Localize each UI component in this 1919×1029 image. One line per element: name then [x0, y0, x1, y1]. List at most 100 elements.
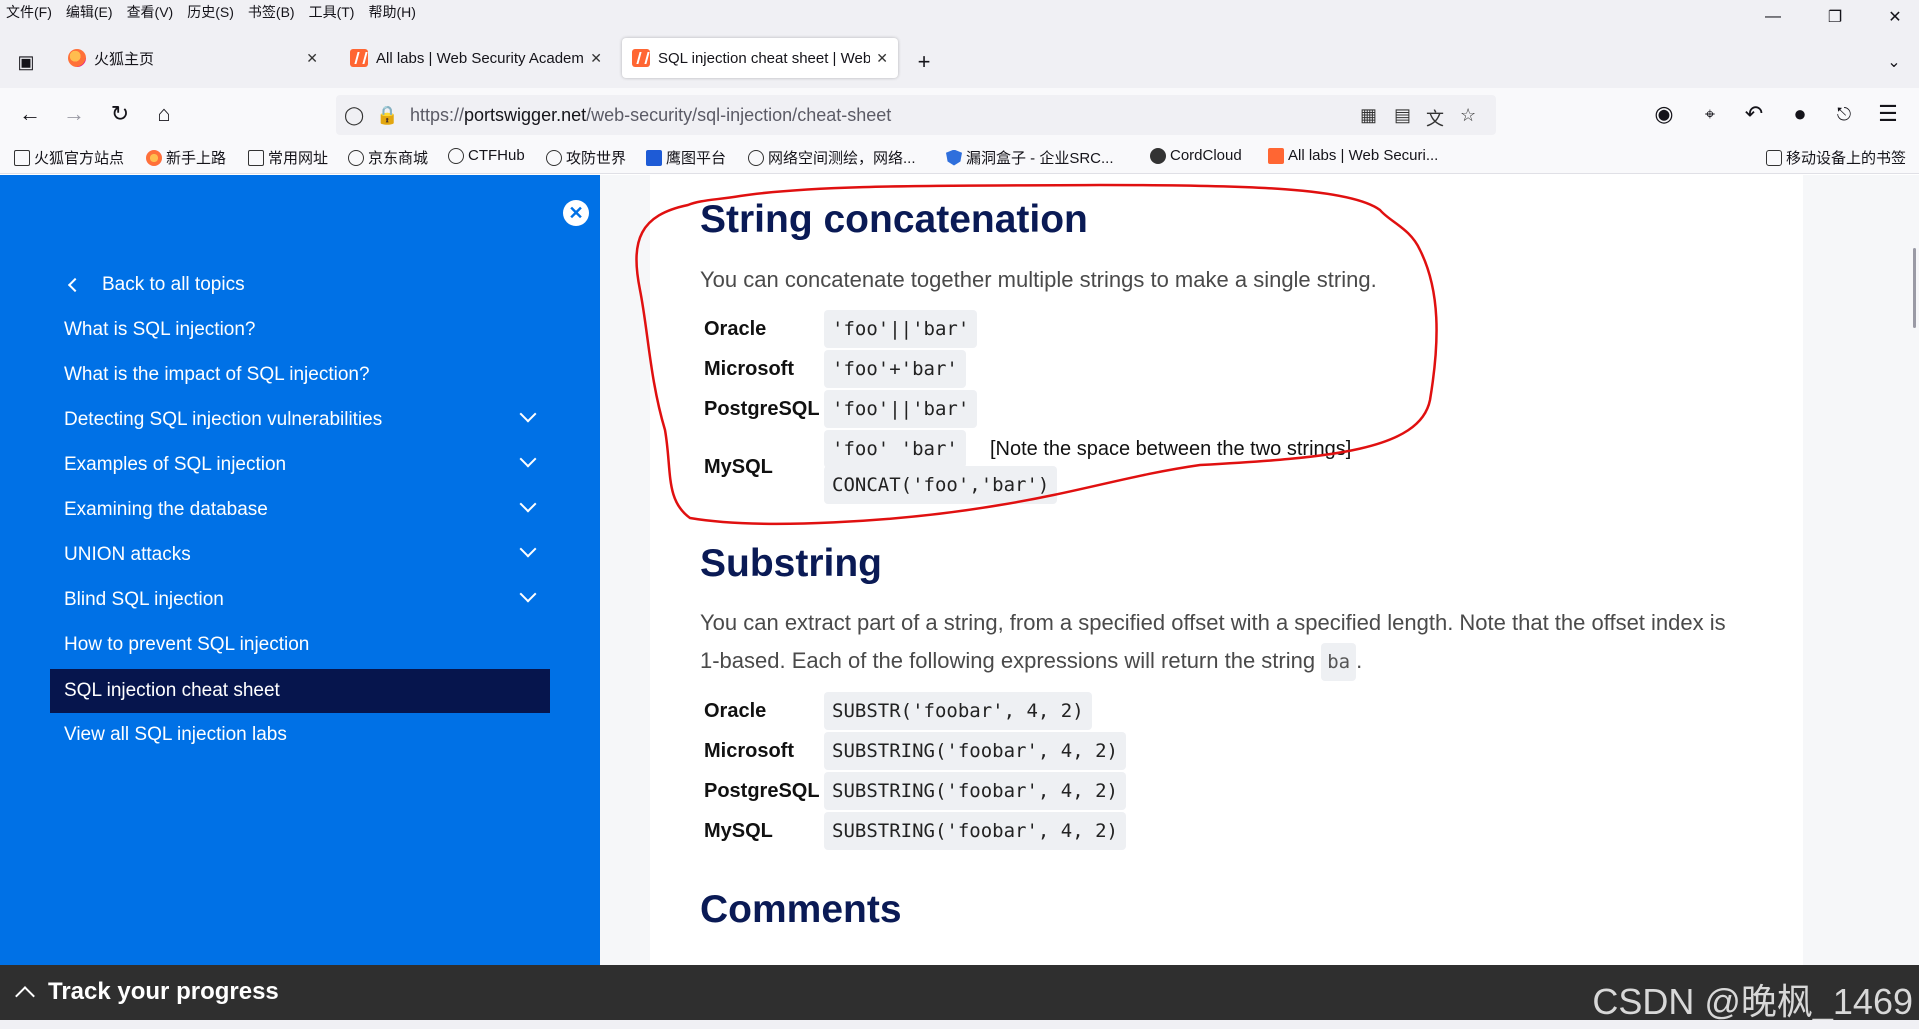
folder-icon	[14, 149, 30, 166]
account-icon[interactable]: ◉	[1650, 100, 1678, 128]
close-tab-icon[interactable]: ✕	[306, 50, 318, 67]
sidebar-back-to-topics[interactable]: Back to all topics	[64, 265, 548, 305]
db-label-mysql: MySQL	[704, 456, 773, 478]
mobile-device-icon	[1766, 149, 1782, 166]
track-progress-label: Track your progress	[48, 978, 279, 1005]
inline-code-ba: ba	[1321, 643, 1357, 681]
chevron-down-icon[interactable]	[519, 540, 537, 558]
portswigger-icon	[350, 49, 368, 67]
bookmark-item[interactable]: 漏洞盒子 - 企业SRC...	[946, 147, 1114, 168]
tab-all-labs[interactable]: All labs | Web Security Academy ✕	[340, 38, 612, 78]
menu-view[interactable]: 查看(V)	[127, 2, 174, 22]
close-tab-icon[interactable]: ✕	[876, 50, 888, 67]
bookmark-item[interactable]: 新手上路	[146, 147, 226, 168]
tab-overview-icon[interactable]: ▣	[12, 48, 40, 76]
comments-heading: Comments	[700, 888, 902, 931]
chevron-down-icon[interactable]	[519, 585, 537, 603]
menu-history[interactable]: 历史(S)	[187, 2, 234, 22]
reader-view-icon[interactable]: ▤	[1394, 105, 1411, 126]
sidebar-item-union[interactable]: UNION attacks	[64, 535, 548, 575]
close-tab-icon[interactable]: ✕	[590, 50, 602, 67]
ctfhub-icon	[448, 147, 464, 164]
bookmark-item[interactable]: 网络空间测绘，网络...	[748, 147, 916, 168]
bookmark-item[interactable]: 火狐官方站点	[14, 147, 124, 168]
bookmark-item[interactable]: All labs | Web Securi...	[1268, 147, 1438, 164]
folder-icon	[248, 149, 264, 166]
sidebar-item-impact[interactable]: What is the impact of SQL injection?	[64, 355, 548, 395]
translate-icon[interactable]: 文	[1426, 105, 1444, 131]
bookmark-item[interactable]: 攻防世界	[546, 147, 626, 168]
new-tab-icon[interactable]: +	[910, 48, 938, 76]
portswigger-icon	[1268, 147, 1284, 164]
chevron-up-icon[interactable]	[15, 986, 35, 1006]
sidebar-item-examples[interactable]: Examples of SQL injection	[64, 445, 548, 485]
chevron-down-icon[interactable]	[519, 405, 537, 423]
sidebar-item-label: Back to all topics	[102, 274, 245, 295]
reload-icon[interactable]: ↻	[106, 100, 134, 128]
bookmark-item[interactable]: CordCloud	[1150, 147, 1242, 164]
hamburger-menu-icon[interactable]: ☰	[1874, 100, 1902, 128]
sidebar-item-prevent[interactable]: How to prevent SQL injection	[64, 625, 548, 665]
qr-code-icon[interactable]: ▦	[1360, 105, 1377, 126]
bookmark-item-mobile[interactable]: 移动设备上的书签	[1766, 147, 1906, 168]
sidebar-item-label: SQL injection cheat sheet	[64, 680, 280, 701]
menubar: 文件(F) 编辑(E) 查看(V) 历史(S) 书签(B) 工具(T) 帮助(H…	[0, 0, 1919, 24]
sidebar-item-label: Blind SQL injection	[64, 589, 224, 610]
hunter-icon	[646, 149, 662, 166]
menu-tools[interactable]: 工具(T)	[309, 2, 355, 22]
tracking-shield-icon[interactable]: ◯	[344, 105, 364, 126]
bookmark-star-icon[interactable]: ☆	[1460, 105, 1476, 126]
sidebar-item-examining-db[interactable]: Examining the database	[64, 490, 548, 530]
sidebar-item-cheat-sheet[interactable]: SQL injection cheat sheet	[50, 669, 550, 713]
menu-bookmarks[interactable]: 书签(B)	[248, 2, 295, 22]
extension-badge-icon[interactable]: ●	[1786, 100, 1814, 128]
bookmark-item[interactable]: 常用网址	[248, 147, 328, 168]
sidebar-item-label: View all SQL injection labs	[64, 724, 287, 745]
url-text[interactable]: https://portswigger.net/web-security/sql…	[410, 105, 891, 126]
track-progress-bar[interactable]: Track your progress CSDN @晚枫_1469	[0, 965, 1919, 1022]
tab-sql-cheat-sheet[interactable]: SQL injection cheat sheet | Web Security…	[622, 38, 898, 78]
substring-description-line2: 1-based. Each of the following expressio…	[700, 642, 1362, 681]
sidebar-item-blind[interactable]: Blind SQL injection	[64, 580, 548, 620]
extensions-puzzle-icon[interactable]: ⎋	[1830, 100, 1858, 128]
undo-arrow-icon[interactable]: ↶	[1740, 100, 1768, 128]
sidebar-item-label: Examples of SQL injection	[64, 454, 287, 475]
db-label-microsoft: Microsoft	[704, 740, 794, 762]
shield-icon	[946, 149, 962, 166]
menu-edit[interactable]: 编辑(E)	[66, 2, 113, 22]
menu-help[interactable]: 帮助(H)	[368, 2, 415, 22]
close-sidebar-icon[interactable]: ✕	[563, 200, 589, 226]
home-icon[interactable]: ⌂	[150, 100, 178, 128]
screenshot-crop-icon[interactable]: ⌖	[1696, 100, 1724, 128]
db-label-oracle: Oracle	[704, 318, 767, 340]
code-snippet: SUBSTR('foobar', 4, 2)	[824, 692, 1092, 730]
bookmarks-toolbar: 火狐官方站点 新手上路 常用网址 京东商城 CTFHub 攻防世界 鹰图平台 网…	[0, 140, 1919, 174]
page-scrollbar[interactable]	[1913, 248, 1916, 328]
status-strip	[0, 1020, 1919, 1029]
cordcloud-icon	[1150, 147, 1166, 164]
bookmark-item[interactable]: CTFHub	[448, 147, 525, 164]
db-label-postgresql: PostgreSQL	[704, 398, 820, 420]
bookmark-item[interactable]: 鹰图平台	[646, 147, 726, 168]
menu-file[interactable]: 文件(F)	[6, 2, 52, 22]
watermark: CSDN @晚枫_1469	[1592, 981, 1913, 1022]
db-label-postgresql: PostgreSQL	[704, 780, 820, 802]
chevron-down-icon[interactable]	[519, 495, 537, 513]
sidebar-item-detecting[interactable]: Detecting SQL injection vulnerabilities	[64, 400, 548, 440]
list-tabs-chevron-icon[interactable]: ⌄	[1880, 48, 1908, 76]
bookmark-item[interactable]: 京东商城	[348, 147, 428, 168]
tab-title: SQL injection cheat sheet | Web Security…	[658, 49, 871, 67]
forward-arrow-icon[interactable]: →	[60, 100, 88, 128]
portswigger-icon	[632, 49, 650, 67]
substring-heading: Substring	[700, 542, 882, 585]
sidebar-item-label: What is SQL injection?	[64, 319, 256, 340]
sidebar-item-label: What is the impact of SQL injection?	[64, 364, 370, 385]
back-arrow-icon[interactable]: ←	[16, 100, 44, 128]
chevron-down-icon[interactable]	[519, 450, 537, 468]
lock-icon[interactable]: 🔒	[376, 105, 398, 126]
sidebar-item-what-is-sqli[interactable]: What is SQL injection?	[64, 310, 548, 350]
url-bar[interactable]: ◯ 🔒 https://portswigger.net/web-security…	[336, 95, 1496, 135]
tab-firefox-home[interactable]: 火狐主页 ✕	[58, 38, 328, 78]
sidebar-item-all-labs[interactable]: View all SQL injection labs	[64, 715, 548, 755]
db-label-mysql: MySQL	[704, 820, 773, 842]
